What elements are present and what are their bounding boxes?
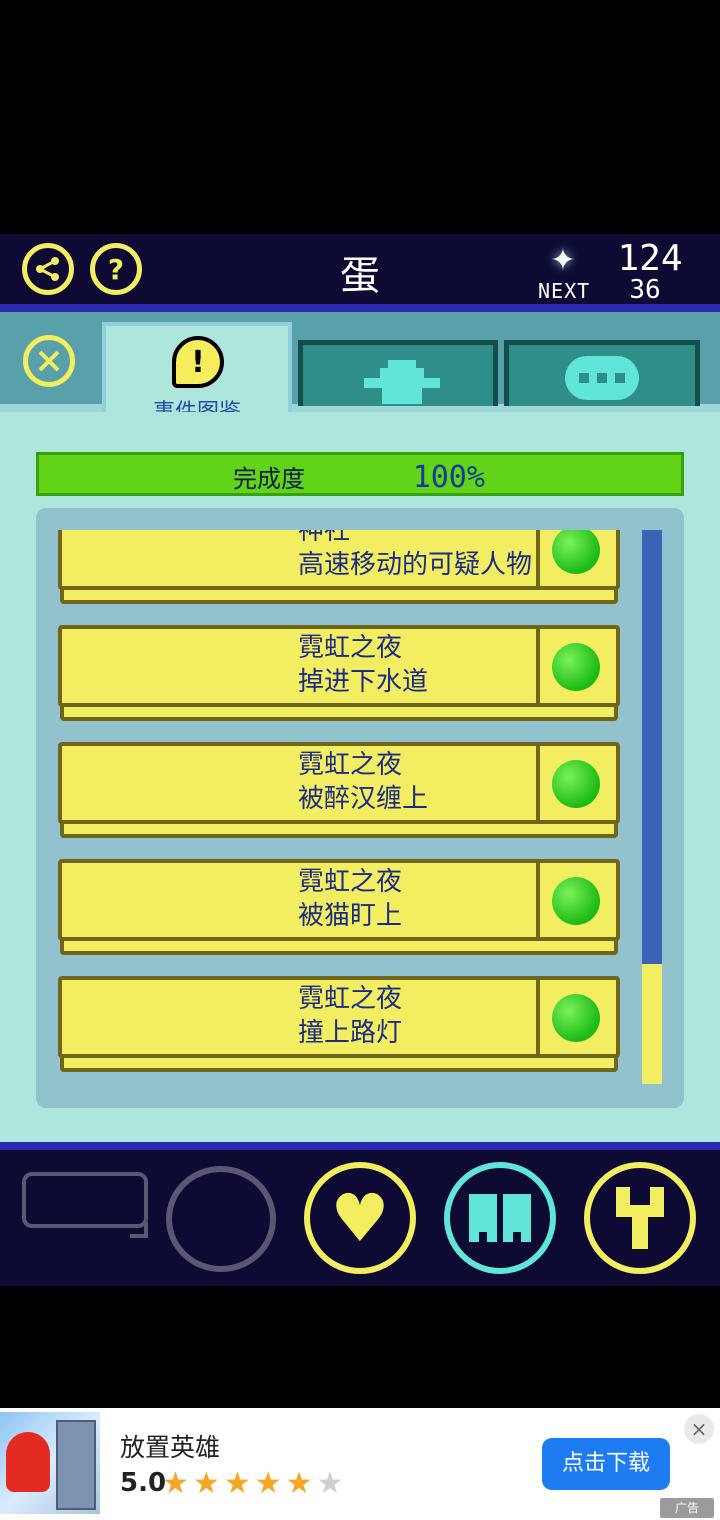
alert-icon: ! [172, 336, 224, 388]
event-complete-indicator [552, 877, 600, 925]
event-name: 掉进下水道 [298, 667, 429, 697]
event-card-divider [536, 976, 540, 1058]
empty-slot-icon[interactable] [166, 1166, 276, 1272]
book-button[interactable] [444, 1162, 556, 1274]
event-list-viewport[interactable]: 神社 高速移动的可疑人物 霓虹之夜 掉进下水道 霓虹之夜 被醉汉缠上 霓虹之夜 被猫盯上 霓虹之… [58, 530, 628, 1086]
progress-label: 完成度 [233, 465, 306, 493]
event-card-divider [536, 625, 540, 707]
event-location: 霓虹之夜 [298, 633, 403, 663]
help-icon: ? [107, 252, 125, 286]
event-location: 霓虹之夜 [298, 750, 403, 780]
currency-count: 124 [617, 238, 683, 279]
close-icon [38, 350, 60, 372]
settings-button[interactable] [584, 1162, 696, 1274]
ad-tower-shape [56, 1420, 96, 1510]
wrench-icon [616, 1187, 664, 1249]
event-name: 被醉汉缠上 [298, 784, 429, 814]
character-icon [364, 360, 440, 404]
ad-close-button[interactable]: × [684, 1414, 714, 1444]
close-button[interactable] [23, 335, 75, 387]
star-icon: ★ [162, 1466, 193, 1501]
star-icon: ★ [192, 1466, 224, 1501]
star-icon: ★ [254, 1466, 286, 1501]
star-icon: ★ [316, 1466, 348, 1501]
event-location: 霓虹之夜 [298, 867, 403, 897]
event-list: 神社 高速移动的可疑人物 霓虹之夜 掉进下水道 霓虹之夜 被醉汉缠上 霓虹之夜 被猫盯上 霓虹之… [36, 508, 684, 1108]
event-row[interactable]: 神社 高速移动的可疑人物 [58, 530, 624, 608]
event-card-divider [536, 742, 540, 824]
heart-icon: ♥ [330, 1179, 390, 1257]
event-row[interactable]: 霓虹之夜 被猫盯上 [58, 859, 624, 959]
chat-bubble-icon [565, 356, 639, 400]
help-button[interactable]: ? [90, 243, 142, 295]
next-label: NEXT [538, 279, 591, 303]
event-complete-indicator [552, 760, 600, 808]
event-row[interactable]: 霓虹之夜 被醉汉缠上 [58, 742, 624, 842]
ad-title: 放置英雄 [120, 1433, 221, 1462]
progress-percent: 100% [412, 460, 485, 495]
bottom-bar-divider [0, 1142, 720, 1150]
star-icon: ★ [223, 1466, 255, 1501]
ad-download-button[interactable]: 点击下载 [542, 1438, 670, 1490]
event-name: 撞上路灯 [298, 1018, 403, 1048]
event-complete-indicator [552, 643, 600, 691]
event-complete-indicator [552, 994, 600, 1042]
ad-rating: 5.0 [120, 1468, 167, 1498]
speech-bubble-tail [130, 1222, 148, 1238]
star-icon: ★ [285, 1466, 317, 1501]
event-card-divider [536, 530, 540, 590]
event-name: 高速移动的可疑人物 [298, 550, 533, 580]
share-button[interactable] [22, 243, 74, 295]
ad-tag: 广告 [660, 1498, 714, 1518]
event-location: 霓虹之夜 [298, 984, 403, 1014]
book-icon [469, 1194, 531, 1242]
ad-star-rating: ★★★★★★ [162, 1466, 347, 1501]
event-row[interactable]: 霓虹之夜 掉进下水道 [58, 625, 624, 725]
ad-hero-figure [6, 1432, 50, 1492]
share-icon [36, 257, 59, 281]
event-row[interactable]: 霓虹之夜 撞上路灯 [58, 976, 624, 1076]
event-name: 被猫盯上 [298, 901, 403, 931]
event-card-divider [536, 859, 540, 941]
page-title: 蛋 [340, 253, 380, 299]
heart-button[interactable]: ♥ [304, 1162, 416, 1274]
completion-progress-bar: 完成度 100% [36, 452, 684, 496]
sparkle-icon: ✦ [550, 243, 576, 278]
speech-bubble-icon[interactable] [22, 1172, 148, 1228]
header-divider [0, 304, 720, 312]
scrollbar-thumb[interactable] [642, 530, 662, 964]
next-value: 36 [629, 275, 661, 305]
